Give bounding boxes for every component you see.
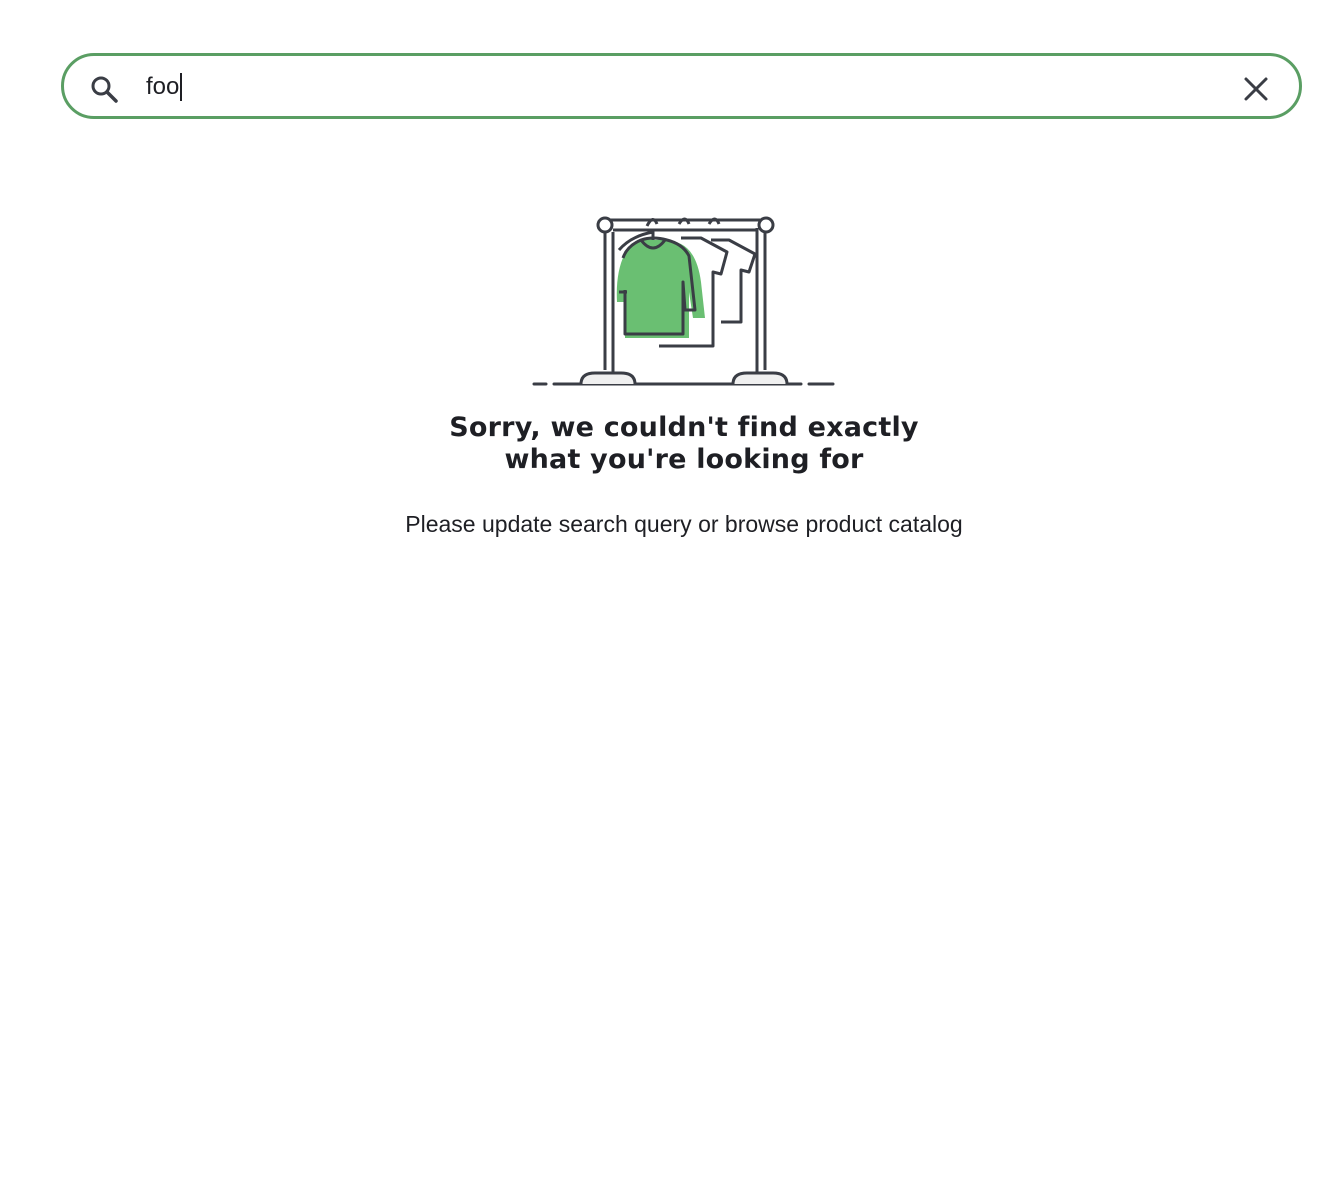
search-page: Sorry, we couldn't find exactly what you… bbox=[0, 0, 1342, 1186]
search-bar[interactable] bbox=[61, 53, 1302, 119]
close-icon bbox=[1243, 76, 1269, 102]
empty-state-title: Sorry, we couldn't find exactly what you… bbox=[449, 412, 919, 475]
text-caret bbox=[180, 73, 183, 101]
clear-search-button[interactable] bbox=[1241, 74, 1271, 104]
clothing-rack-icon bbox=[532, 216, 835, 386]
search-input[interactable] bbox=[146, 66, 1206, 108]
empty-state-subtitle: Please update search query or browse pro… bbox=[405, 511, 963, 537]
search-icon[interactable] bbox=[89, 74, 119, 104]
empty-state: Sorry, we couldn't find exactly what you… bbox=[0, 210, 1342, 538]
